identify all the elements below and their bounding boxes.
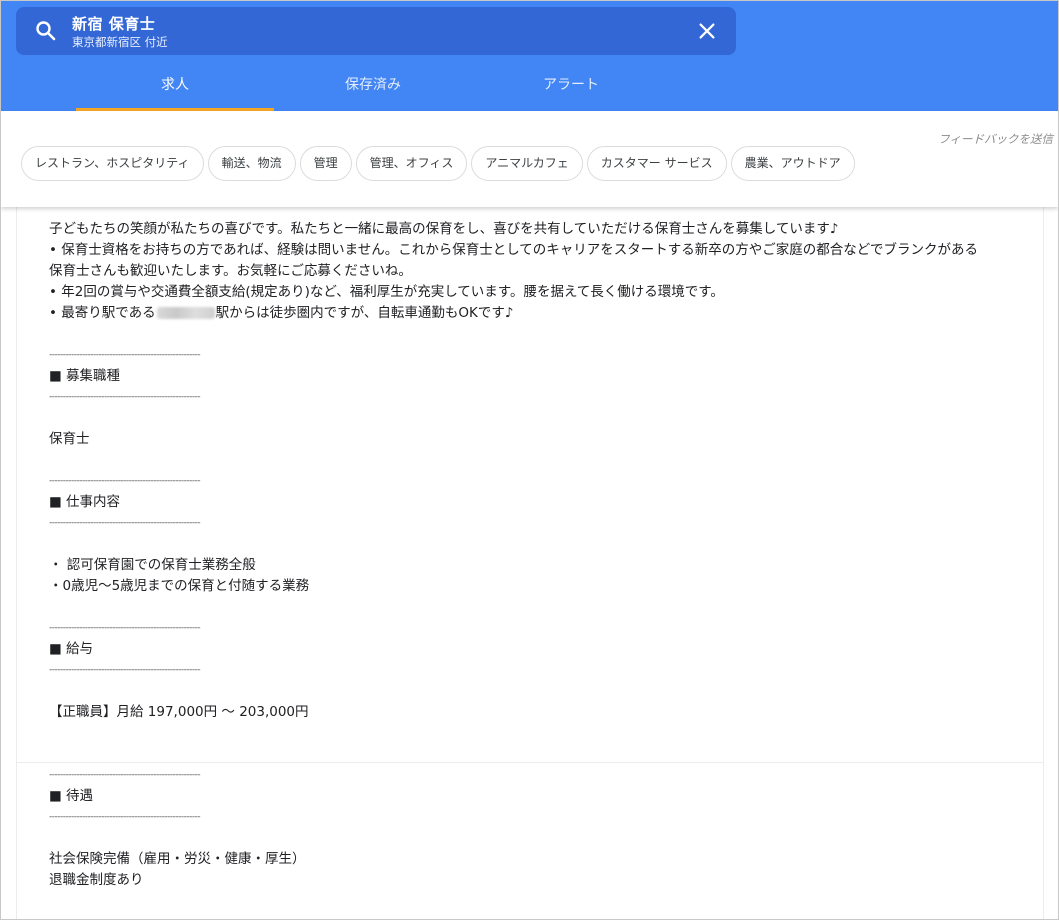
section-divider: ----------------------------------------… xyxy=(49,770,201,780)
search-location: 東京都新宿区 付近 xyxy=(72,35,168,49)
description-intro: 子どもたちの笑顔が私たちの喜びです。私たちと一緒に最高の保育をし、喜びを共有して… xyxy=(49,221,839,237)
tab-jobs[interactable]: 求人 xyxy=(76,63,274,111)
section-text: 社会保険完備（雇用・労災・健康・厚生） xyxy=(49,851,306,867)
chip-transport-logistics[interactable]: 輸送、物流 xyxy=(207,146,296,181)
search-box[interactable]: 新宿 保育士 東京都新宿区 付近 xyxy=(16,7,736,55)
chip-agriculture-outdoor[interactable]: 農業、アウトドア xyxy=(730,146,855,181)
search-query[interactable]: 新宿 保育士 xyxy=(72,13,155,34)
section-text: 保育士 xyxy=(49,431,90,447)
filter-bar: フィードバックを送信 レストラン、ホスピタリティ 輸送、物流 管理 管理、オフィ… xyxy=(1,111,1058,207)
section-heading: ■ 給与 xyxy=(49,641,94,657)
section-text: 【正職員】月給 197,000円 〜 203,000円 xyxy=(49,704,309,720)
section-text: ・ 認可保育園での保育士業務全般 xyxy=(49,557,256,573)
job-description-panel[interactable]: 子どもたちの笑顔が私たちの喜びです。私たちと一緒に最高の保育をし、喜びを共有して… xyxy=(16,207,1044,919)
section-divider: ----------------------------------------… xyxy=(49,518,201,528)
section-text: ・0歳児〜5歳児までの保育と付随する業務 xyxy=(49,578,310,594)
section-divider: ----------------------------------------… xyxy=(49,350,201,360)
description-bullet-cont: 保育士さんも歓迎いたします。お気軽にご応募くださいね。 xyxy=(49,263,412,279)
section-divider: ----------------------------------------… xyxy=(49,665,201,675)
bullet-text: • 最寄り駅である xyxy=(49,305,156,321)
close-icon[interactable] xyxy=(696,20,718,42)
chip-management-office[interactable]: 管理、オフィス xyxy=(355,146,468,181)
search-icon[interactable] xyxy=(34,19,58,43)
category-chips: レストラン、ホスピタリティ 輸送、物流 管理 管理、オフィス アニマルカフェ カ… xyxy=(21,146,855,181)
job-description: 子どもたちの笑顔が私たちの喜びです。私たちと一緒に最高の保育をし、喜びを共有して… xyxy=(49,219,1039,891)
app-window: 新宿 保育士 東京都新宿区 付近 求人 保存済み アラート フィードバックを送信… xyxy=(0,0,1059,920)
description-bullet: • 年2回の賞与や交通費全額支給(規定あり)など、福利厚生が充実しています。腰を… xyxy=(49,284,724,300)
section-text: 退職金制度あり xyxy=(49,872,144,888)
section-heading: ■ 募集職種 xyxy=(49,368,121,384)
tab-saved[interactable]: 保存済み xyxy=(274,63,472,111)
chip-management[interactable]: 管理 xyxy=(299,146,352,181)
section-divider: ----------------------------------------… xyxy=(49,623,201,633)
tab-bar: 求人 保存済み アラート xyxy=(76,63,670,111)
bullet-text: 駅からは徒歩圏内ですが、自転車通勤もOKです♪ xyxy=(215,305,514,321)
feedback-link[interactable]: フィードバックを送信 xyxy=(938,131,1053,147)
description-bullet: • 保育士資格をお持ちの方であれば、経験は問いません。これから保育士としてのキャ… xyxy=(49,242,979,258)
chip-animal-cafe[interactable]: アニマルカフェ xyxy=(471,146,583,181)
section-divider: ----------------------------------------… xyxy=(49,476,201,486)
section-divider: ----------------------------------------… xyxy=(49,392,201,402)
redacted-station-name xyxy=(156,307,215,319)
tab-alerts[interactable]: アラート xyxy=(472,63,670,111)
chip-customer-service[interactable]: カスタマー サービス xyxy=(586,146,727,181)
description-bullet: • 最寄り駅である 駅からは徒歩圏内ですが、自転車通勤もOKです♪ xyxy=(49,303,1039,324)
header: 新宿 保育士 東京都新宿区 付近 求人 保存済み アラート xyxy=(1,1,1058,111)
section-heading: ■ 待遇 xyxy=(49,788,94,804)
section-divider: ----------------------------------------… xyxy=(49,812,201,822)
chip-restaurant-hospitality[interactable]: レストラン、ホスピタリティ xyxy=(21,146,204,181)
section-heading: ■ 仕事内容 xyxy=(49,494,121,510)
